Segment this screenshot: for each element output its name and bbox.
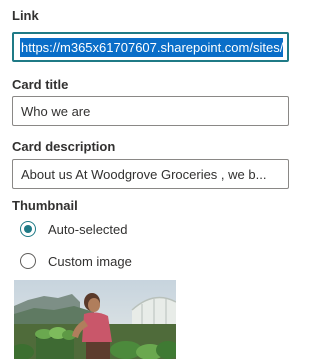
radio-custom-image[interactable]: Custom image [20, 253, 132, 269]
card-description-label: Card description [12, 139, 116, 154]
radio-unchecked-icon [20, 253, 36, 269]
thumbnail-image [14, 280, 176, 359]
card-description-value: About us At Woodgrove Groceries , we b..… [21, 166, 267, 182]
thumbnail-label: Thumbnail [12, 198, 78, 213]
link-label: Link [12, 8, 39, 23]
link-input[interactable]: https://m365x61707607.sharepoint.com/sit… [12, 32, 289, 62]
card-title-label: Card title [12, 77, 69, 92]
radio-auto-selected[interactable]: Auto-selected [20, 221, 128, 237]
radio-custom-image-label: Custom image [48, 253, 132, 269]
card-description-input[interactable]: About us At Woodgrove Groceries , we b..… [12, 159, 289, 189]
radio-auto-selected-label: Auto-selected [48, 221, 128, 237]
card-title-value: Who we are [21, 103, 91, 119]
greenhouse-photo-icon [14, 280, 176, 359]
radio-checked-icon [20, 221, 36, 237]
card-title-input[interactable]: Who we are [12, 96, 289, 126]
link-input-value: https://m365x61707607.sharepoint.com/sit… [20, 37, 284, 57]
